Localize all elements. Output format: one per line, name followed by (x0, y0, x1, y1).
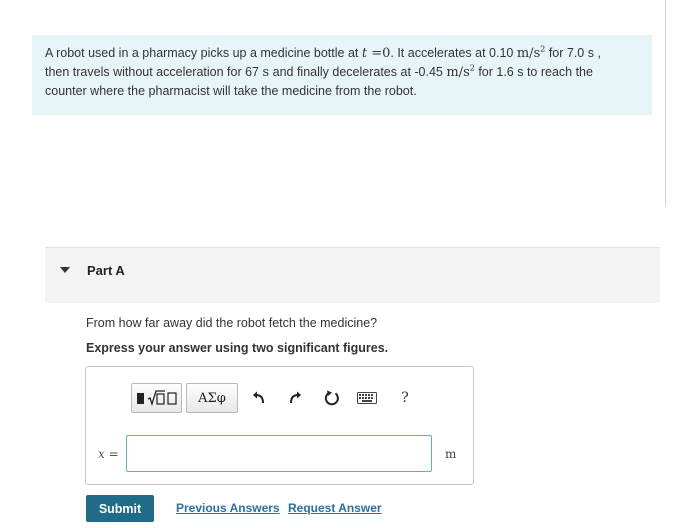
answer-unit: m (445, 447, 457, 461)
keyboard-icon[interactable] (356, 383, 378, 413)
answer-variable-label: x = (98, 447, 119, 461)
answer-box: ΑΣφ ? x = m (85, 366, 474, 485)
time-equals: =0 (367, 46, 391, 61)
templates-button[interactable] (131, 383, 182, 413)
problem-text: for 1.6 s to reach the (474, 65, 593, 79)
problem-text: for 7.0 s , (545, 46, 601, 60)
problem-statement: A robot used in a pharmacy picks up a me… (32, 35, 652, 115)
problem-text: . It accelerates at 0.10 (390, 46, 517, 60)
problem-text: then travels without acceleration for 67 (45, 65, 263, 79)
problem-text: and finally decelerates at -0.45 (269, 65, 447, 79)
request-answer-link[interactable]: Request Answer (288, 501, 382, 515)
collapse-caret-icon[interactable] (60, 267, 70, 273)
math-toolbar: ΑΣφ ? (131, 383, 463, 421)
accel-unit: m/s2 (516, 44, 546, 61)
problem-text: counter where the pharmacist will take t… (45, 84, 417, 98)
previous-answers-link[interactable]: Previous Answers (176, 501, 280, 515)
part-a-header[interactable]: Part A (45, 247, 660, 303)
undo-icon[interactable] (248, 383, 270, 413)
right-divider (665, 0, 666, 206)
problem-text: A robot used in a pharmacy picks up a me… (45, 46, 362, 60)
reset-icon[interactable] (321, 383, 343, 413)
greek-symbols-button[interactable]: ΑΣφ (186, 383, 238, 413)
decel-unit: m/s2 (446, 63, 475, 80)
question-text: From how far away did the robot fetch th… (86, 316, 378, 330)
help-button[interactable]: ? (394, 383, 416, 413)
answer-input[interactable] (126, 435, 432, 472)
submit-button[interactable]: Submit (86, 495, 154, 522)
instruction-text: Express your answer using two significan… (86, 341, 389, 355)
part-title: Part A (87, 263, 125, 278)
redo-icon[interactable] (284, 383, 306, 413)
templates-icon (136, 390, 177, 407)
